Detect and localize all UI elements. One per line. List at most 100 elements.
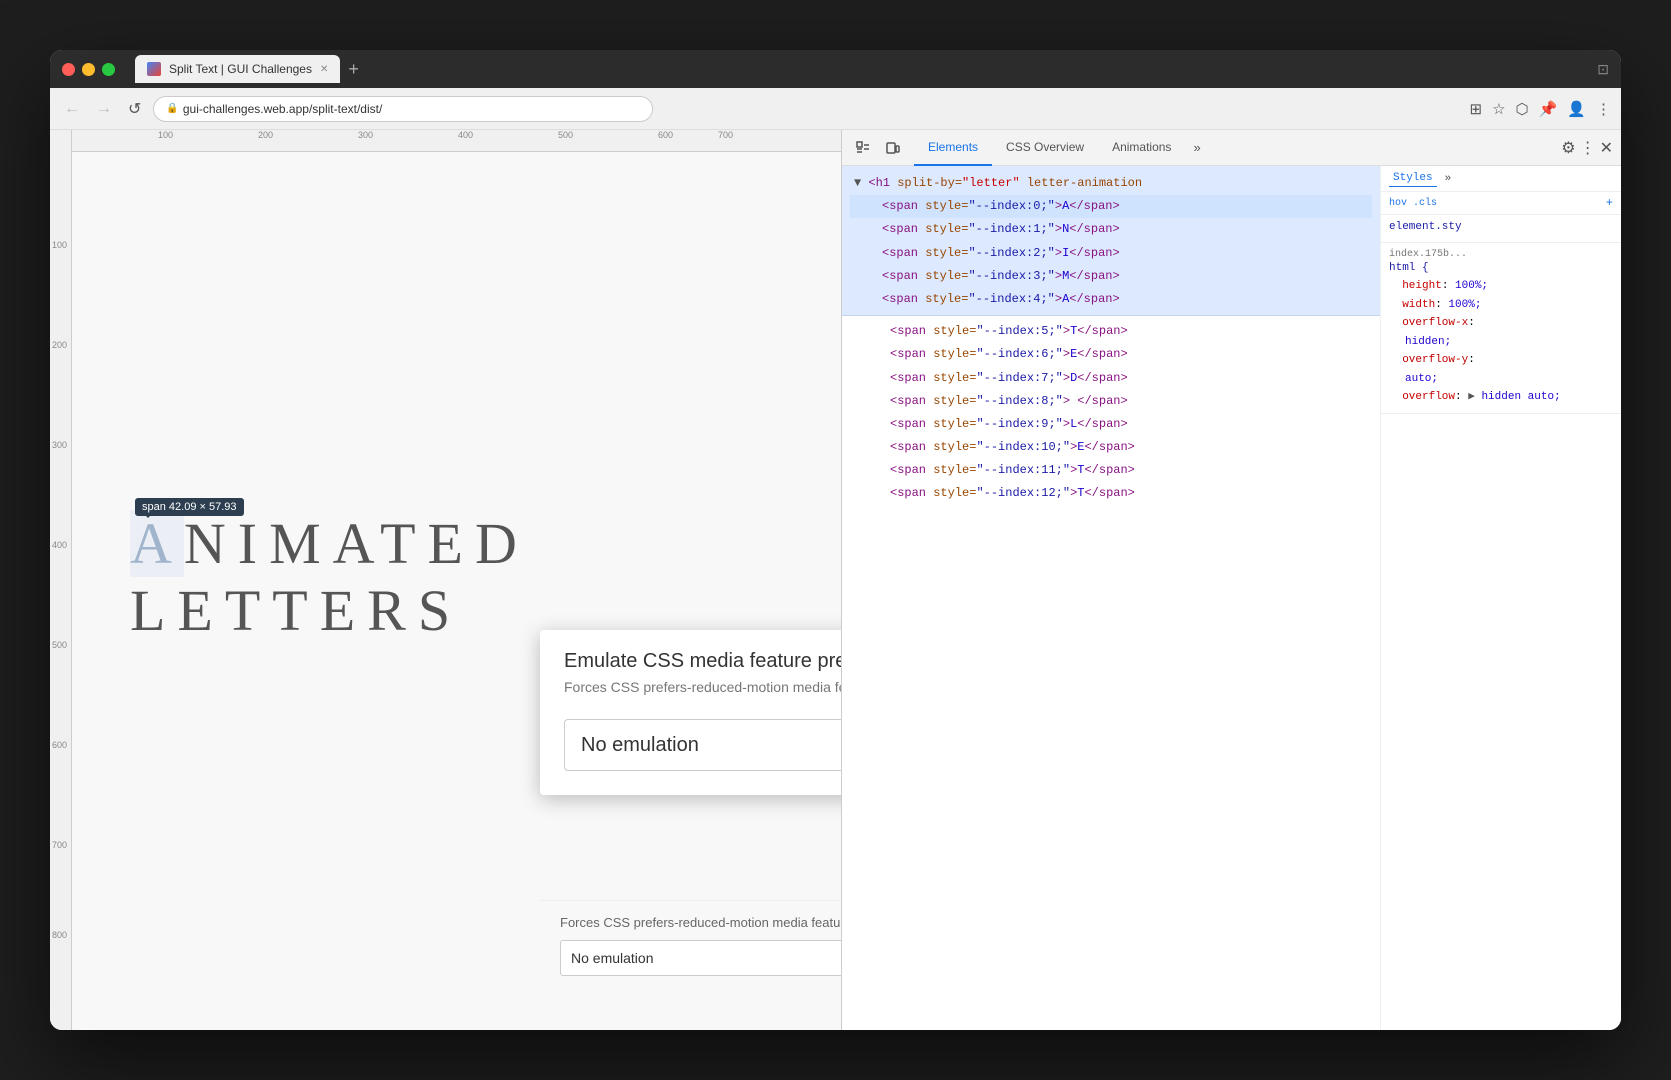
styles-add-button[interactable]: +	[1606, 196, 1613, 210]
back-button[interactable]: ←	[60, 96, 84, 122]
tab-css-overview[interactable]: CSS Overview	[992, 130, 1098, 166]
html-line-span-6[interactable]: <span style="--index:6;">E</span>	[850, 343, 1372, 366]
html-line-span-3[interactable]: <span style="--index:3;">M</span>	[850, 265, 1372, 288]
styles-line-overflow-x-val: hidden;	[1389, 333, 1613, 352]
styles-hov-button[interactable]: hov	[1389, 198, 1407, 209]
minimize-button[interactable]	[82, 63, 95, 76]
styles-link-label: index.175b...	[1389, 249, 1613, 260]
mac-window: Split Text | GUI Challenges ✕ + ⊡ ← → ↺ …	[50, 50, 1621, 1030]
window-controls: ⊡	[1597, 61, 1609, 78]
ruler-mark-v-600: 600	[52, 740, 67, 750]
profile-icon[interactable]: 👤	[1567, 100, 1586, 118]
device-mode-button[interactable]	[880, 135, 906, 161]
devtools-more-icon[interactable]: ⋮	[1580, 138, 1596, 158]
devtools-controls: ⚙ ⋮ ✕	[1561, 138, 1613, 158]
html-line-span-10[interactable]: <span style="--index:10;">E</span>	[850, 436, 1372, 459]
styles-section-element: element.sty	[1381, 215, 1621, 243]
inspect-element-button[interactable]	[850, 135, 876, 161]
html-line-span-8[interactable]: <span style="--index:8;"> </span>	[850, 390, 1372, 413]
html-line-span-0[interactable]: <span style="--index:0;">A</span>	[850, 195, 1372, 218]
html-line-h1[interactable]: ▼ <h1 split-by="letter" letter-animation	[850, 172, 1372, 195]
ruler-mark-v-800: 800	[52, 930, 67, 940]
tab-area: Split Text | GUI Challenges ✕ +	[135, 55, 363, 83]
html-line-span-7[interactable]: <span style="--index:7;">D</span>	[850, 367, 1372, 390]
letter-a-highlighted: A	[130, 510, 184, 577]
html-line-span-11[interactable]: <span style="--index:11;">T</span>	[850, 459, 1372, 482]
browser-content: 100 200 300 400 500 600 700 100 200 300 …	[50, 130, 1621, 1030]
styles-panel: Styles » hov .cls + element.sty index.17…	[1381, 166, 1621, 1030]
emulation-select[interactable]: No emulation prefers-reduced-motion: red…	[564, 719, 841, 771]
emulation-select-wrapper: No emulation prefers-reduced-motion: red…	[564, 719, 841, 771]
elements-panel[interactable]: ▼ <h1 split-by="letter" letter-animation…	[842, 166, 1381, 1030]
ruler-mark-v-200: 200	[52, 340, 67, 350]
title-bar: Split Text | GUI Challenges ✕ + ⊡	[50, 50, 1621, 88]
ruler-mark-v-700: 700	[52, 840, 67, 850]
html-line-span-2[interactable]: <span style="--index:2;">I</span>	[850, 242, 1372, 265]
tab-animations[interactable]: Animations	[1098, 130, 1185, 166]
tab-label: Split Text | GUI Challenges	[169, 62, 312, 76]
styles-tab-styles[interactable]: Styles	[1389, 170, 1437, 187]
styles-section-html: index.175b... html { height: 100%; width…	[1381, 243, 1621, 414]
animated-text-rest: NIMATED LETTERS	[130, 511, 529, 643]
lock-icon: 🔒	[166, 103, 178, 114]
ruler-mark-v-100: 100	[52, 240, 67, 250]
webpage: 100 200 300 400 500 600 700 100 200 300 …	[50, 130, 841, 1030]
html-line-span-5[interactable]: <span style="--index:5;">T</span>	[850, 320, 1372, 343]
animated-text: ANIMATED LETTERS	[130, 510, 841, 644]
ruler-mark-v-500: 500	[52, 640, 67, 650]
tab-favicon	[147, 62, 161, 76]
ruler-mark-v-300: 300	[52, 440, 67, 450]
styles-line-height: height: 100%;	[1389, 277, 1613, 296]
menu-icon[interactable]: ⋮	[1596, 100, 1611, 118]
styles-line-overflow-y-val: auto;	[1389, 370, 1613, 389]
browser-toolbar: ⊞ ☆ ⬡ 📌 👤 ⋮	[1469, 100, 1611, 118]
styles-toolbar: Styles »	[1381, 166, 1621, 192]
tab-close-icon[interactable]: ✕	[320, 64, 328, 75]
ruler-mark-700: 700	[718, 130, 733, 140]
emulation-popup: × Emulate CSS media feature prefers-redu…	[540, 630, 841, 795]
forward-button[interactable]: →	[92, 96, 116, 122]
ruler-left: 100 200 300 400 500 600 700 800	[50, 130, 72, 1030]
close-button[interactable]	[62, 63, 75, 76]
maximize-button[interactable]	[102, 63, 115, 76]
ruler-mark-200: 200	[258, 130, 273, 140]
html-remaining: <span style="--index:5;">T</span> <span …	[842, 316, 1380, 510]
html-line-span-1[interactable]: <span style="--index:1;">N</span>	[850, 218, 1372, 241]
active-tab[interactable]: Split Text | GUI Challenges ✕	[135, 55, 340, 83]
html-line-span-4[interactable]: <span style="--index:4;">A</span>	[850, 288, 1372, 311]
emulation-popup-title: Emulate CSS media feature prefers-reduce…	[564, 650, 841, 673]
reload-button[interactable]: ↺	[124, 95, 145, 123]
html-line-span-9[interactable]: <span style="--index:9;">L</span>	[850, 413, 1372, 436]
devtools-toolbar: Elements CSS Overview Animations » ⚙ ⋮ ✕	[842, 130, 1621, 166]
span-tooltip-text: span 42.09 × 57.93	[142, 501, 237, 513]
ruler-mark-400: 400	[458, 130, 473, 140]
emulation-bg-select[interactable]: No emulation prefers-reduced-motion: red…	[560, 940, 841, 976]
devtools-panel: Elements CSS Overview Animations » ⚙ ⋮ ✕	[841, 130, 1621, 1030]
styles-line-overflow-y: overflow-y:	[1389, 351, 1613, 370]
styles-line-width: width: 100%;	[1389, 296, 1613, 315]
devtools-content: ▼ <h1 split-by="letter" letter-animation…	[842, 166, 1621, 1030]
styles-cls-button[interactable]: .cls	[1413, 198, 1437, 209]
new-tab-button[interactable]: +	[344, 59, 363, 80]
styles-line-overflow: overflow: ▶ hidden auto;	[1389, 388, 1613, 407]
styles-tab-more[interactable]: »	[1441, 171, 1456, 187]
html-line-span-12[interactable]: <span style="--index:12;">T</span>	[850, 482, 1372, 505]
address-bar: ← → ↺ 🔒 gui-challenges.web.app/split-tex…	[50, 88, 1621, 130]
url-text: gui-challenges.web.app/split-text/dist/	[183, 102, 382, 116]
emulation-bg-section: Forces CSS prefers-reduced-motion media …	[540, 900, 841, 990]
bookmark-icon[interactable]: ☆	[1492, 100, 1505, 118]
pin-icon[interactable]: 📌	[1539, 100, 1558, 118]
devtools-settings-icon[interactable]: ⚙	[1561, 138, 1575, 158]
extensions-icon[interactable]: ⬡	[1516, 100, 1529, 118]
devtools-close-icon[interactable]: ✕	[1600, 138, 1613, 158]
ruler-top: 100 200 300 400 500 600 700	[50, 130, 841, 152]
devtools-more-tabs[interactable]: »	[1185, 140, 1208, 155]
ruler-mark-100: 100	[158, 130, 173, 140]
cast-icon[interactable]: ⊞	[1469, 100, 1482, 118]
address-input[interactable]: 🔒 gui-challenges.web.app/split-text/dist…	[153, 96, 653, 122]
ruler-mark-300: 300	[358, 130, 373, 140]
tab-elements[interactable]: Elements	[914, 130, 992, 166]
emulation-popup-desc: Forces CSS prefers-reduced-motion media …	[564, 679, 841, 695]
devtools-tabs: Elements CSS Overview Animations »	[914, 130, 1209, 166]
emulation-bg-desc: Forces CSS prefers-reduced-motion media …	[560, 915, 841, 930]
